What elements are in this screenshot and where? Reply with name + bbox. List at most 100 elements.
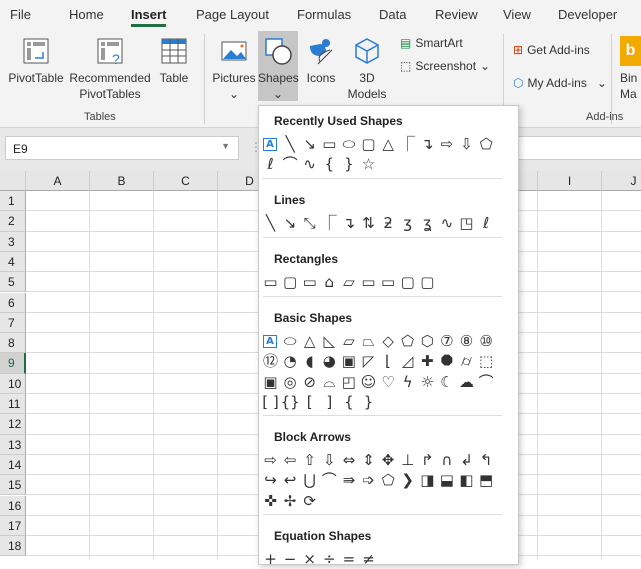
tab-review[interactable]: Review <box>435 7 478 22</box>
tab-formulas[interactable]: Formulas <box>297 7 351 22</box>
row-header[interactable]: 10 <box>0 373 26 394</box>
my-addins-button[interactable]: ⬡ My Add-ins ⌄ <box>513 76 607 90</box>
text-box-icon[interactable]: A <box>263 335 277 348</box>
tab-insert[interactable]: Insert <box>131 7 167 27</box>
elbow-connector-icon[interactable]: ⎾ <box>398 135 417 154</box>
left-callout-icon[interactable]: ◧ <box>457 471 476 490</box>
curved-arrow-icon[interactable]: ʒ <box>398 214 417 233</box>
name-box[interactable]: E9 ▼ <box>5 136 239 160</box>
row-header[interactable]: 14 <box>0 454 26 476</box>
oval-icon[interactable]: ⬭ <box>281 332 300 351</box>
column-header[interactable]: C <box>154 171 218 191</box>
down-arrow-icon[interactable]: ⇩ <box>457 135 476 154</box>
pie-icon[interactable]: ◔ <box>281 352 300 371</box>
oval-icon[interactable]: ⬭ <box>339 135 358 154</box>
donut-icon[interactable]: ◎ <box>281 373 300 392</box>
rounded-rectangle-icon[interactable]: ▢ <box>359 135 378 154</box>
curved-double-arrow-icon[interactable]: ʓ <box>418 214 437 233</box>
double-arrow-icon[interactable]: ⤡ <box>300 214 319 233</box>
decagon-icon[interactable]: ⑩ <box>477 332 496 351</box>
bevel-icon[interactable]: ▣ <box>261 373 280 392</box>
circular-arrow-icon[interactable]: ⟳ <box>300 492 319 511</box>
row-header[interactable]: 18 <box>0 536 26 557</box>
right-arrow-icon[interactable]: ⇨ <box>437 135 456 154</box>
row-header[interactable]: 7 <box>0 312 26 334</box>
left-right-arrow-icon[interactable]: ⇔ <box>339 451 358 470</box>
l-shape-icon[interactable]: ⌊ <box>379 352 398 371</box>
lightning-icon[interactable]: ϟ <box>398 373 417 392</box>
bent-arrow-icon[interactable]: ↱ <box>418 451 437 470</box>
sun-icon[interactable]: ☼ <box>418 373 437 392</box>
cloud-icon[interactable]: ☁ <box>457 373 476 392</box>
down-arrow-icon[interactable]: ⇩ <box>320 451 339 470</box>
up-arrow-icon[interactable]: ⇧ <box>300 451 319 470</box>
get-addins-button[interactable]: ⊞ Get Add-ins <box>513 43 590 57</box>
down-callout-icon[interactable]: ⬓ <box>437 471 456 490</box>
freeform-icon[interactable]: ◳ <box>457 214 476 233</box>
select-all-corner[interactable] <box>0 171 26 191</box>
tab-file[interactable]: File <box>10 7 31 22</box>
elbow-double-arrow-icon[interactable]: ⇅ <box>359 214 378 233</box>
arc-icon[interactable]: ⌒ <box>477 373 496 392</box>
up-down-arrow-icon[interactable]: ⇕ <box>359 451 378 470</box>
u-turn-arrow-icon[interactable]: ∩ <box>437 451 456 470</box>
round-same-icon[interactable]: ▢ <box>398 273 417 292</box>
left-brace-icon[interactable]: { <box>339 393 358 412</box>
round-single-icon[interactable]: ▭ <box>379 273 398 292</box>
left-brace-icon[interactable]: { <box>320 155 339 174</box>
divide-icon[interactable]: ÷ <box>320 550 339 569</box>
heart-icon[interactable]: ♡ <box>379 373 398 392</box>
round-diagonal-icon[interactable]: ▢ <box>418 273 437 292</box>
minus-icon[interactable]: − <box>281 550 300 569</box>
tab-home[interactable]: Home <box>69 7 104 22</box>
can-icon[interactable]: ⌭ <box>457 352 476 371</box>
bing-maps-button[interactable]: b Bin Ma <box>620 36 641 102</box>
column-header[interactable]: I <box>538 171 602 191</box>
text-box-icon[interactable]: A <box>263 138 277 151</box>
snip-round-icon[interactable]: ▭ <box>359 273 378 292</box>
curve-icon[interactable]: ∿ <box>437 214 456 233</box>
rectangle-icon[interactable]: ▭ <box>261 273 280 292</box>
row-header[interactable]: 5 <box>0 272 26 293</box>
right-callout-icon[interactable]: ◨ <box>418 471 437 490</box>
row-header[interactable]: 4 <box>0 251 26 273</box>
line-icon[interactable]: ╲ <box>261 214 280 233</box>
column-header[interactable]: J <box>602 171 641 191</box>
recommended-pivottables-button[interactable]: ? Recommended PivotTables <box>66 36 154 102</box>
curved-icon[interactable]: ƻ <box>379 214 398 233</box>
pivottable-button[interactable]: PivotTable <box>8 36 64 86</box>
curved-down-icon[interactable]: ⌒ <box>320 471 339 490</box>
line-icon[interactable]: ╲ <box>281 135 300 154</box>
row-header[interactable]: 11 <box>0 394 26 415</box>
elbow-icon[interactable]: ⎾ <box>320 214 339 233</box>
pentagon-arrow-icon[interactable]: ⬠ <box>379 471 398 490</box>
teardrop-icon[interactable]: ◕ <box>320 352 339 371</box>
right-brace-icon[interactable]: } <box>339 155 358 174</box>
curve-icon[interactable]: ∿ <box>300 155 319 174</box>
striped-right-icon[interactable]: ⇛ <box>339 471 358 490</box>
frame-icon[interactable]: ▣ <box>339 352 358 371</box>
smartart-button[interactable]: ▤ SmartArt <box>400 36 463 50</box>
curved-right-icon[interactable]: ↪ <box>261 471 280 490</box>
chord-icon[interactable]: ◖ <box>300 352 319 371</box>
tab-developer[interactable]: Developer <box>558 7 617 22</box>
heptagon-icon[interactable]: ⑦ <box>437 332 456 351</box>
triangle-icon[interactable]: △ <box>300 332 319 351</box>
snip-single-icon[interactable]: ▭ <box>300 273 319 292</box>
rectangle-icon[interactable]: ▭ <box>320 135 339 154</box>
diagonal-stripe-icon[interactable]: ◿ <box>398 352 417 371</box>
plus-icon[interactable]: + <box>261 550 280 569</box>
left-arrow-icon[interactable]: ⇦ <box>281 451 300 470</box>
column-header[interactable]: B <box>90 171 154 191</box>
parallelogram-icon[interactable]: ▱ <box>339 332 358 351</box>
cube-icon[interactable]: ⬚ <box>477 352 496 371</box>
row-header[interactable]: 3 <box>0 231 26 252</box>
star-icon[interactable]: ☆ <box>359 155 378 174</box>
trapezoid-icon[interactable]: ⏢ <box>359 332 378 351</box>
arrow-icon[interactable]: ↘ <box>281 214 300 233</box>
triangle-icon[interactable]: △ <box>379 135 398 154</box>
screenshot-button[interactable]: ⬚ Screenshot ⌄ <box>400 59 490 73</box>
row-header[interactable]: 9 <box>0 353 26 374</box>
folded-corner-icon[interactable]: ◰ <box>339 373 358 392</box>
icons-button[interactable]: Icons <box>302 36 340 86</box>
